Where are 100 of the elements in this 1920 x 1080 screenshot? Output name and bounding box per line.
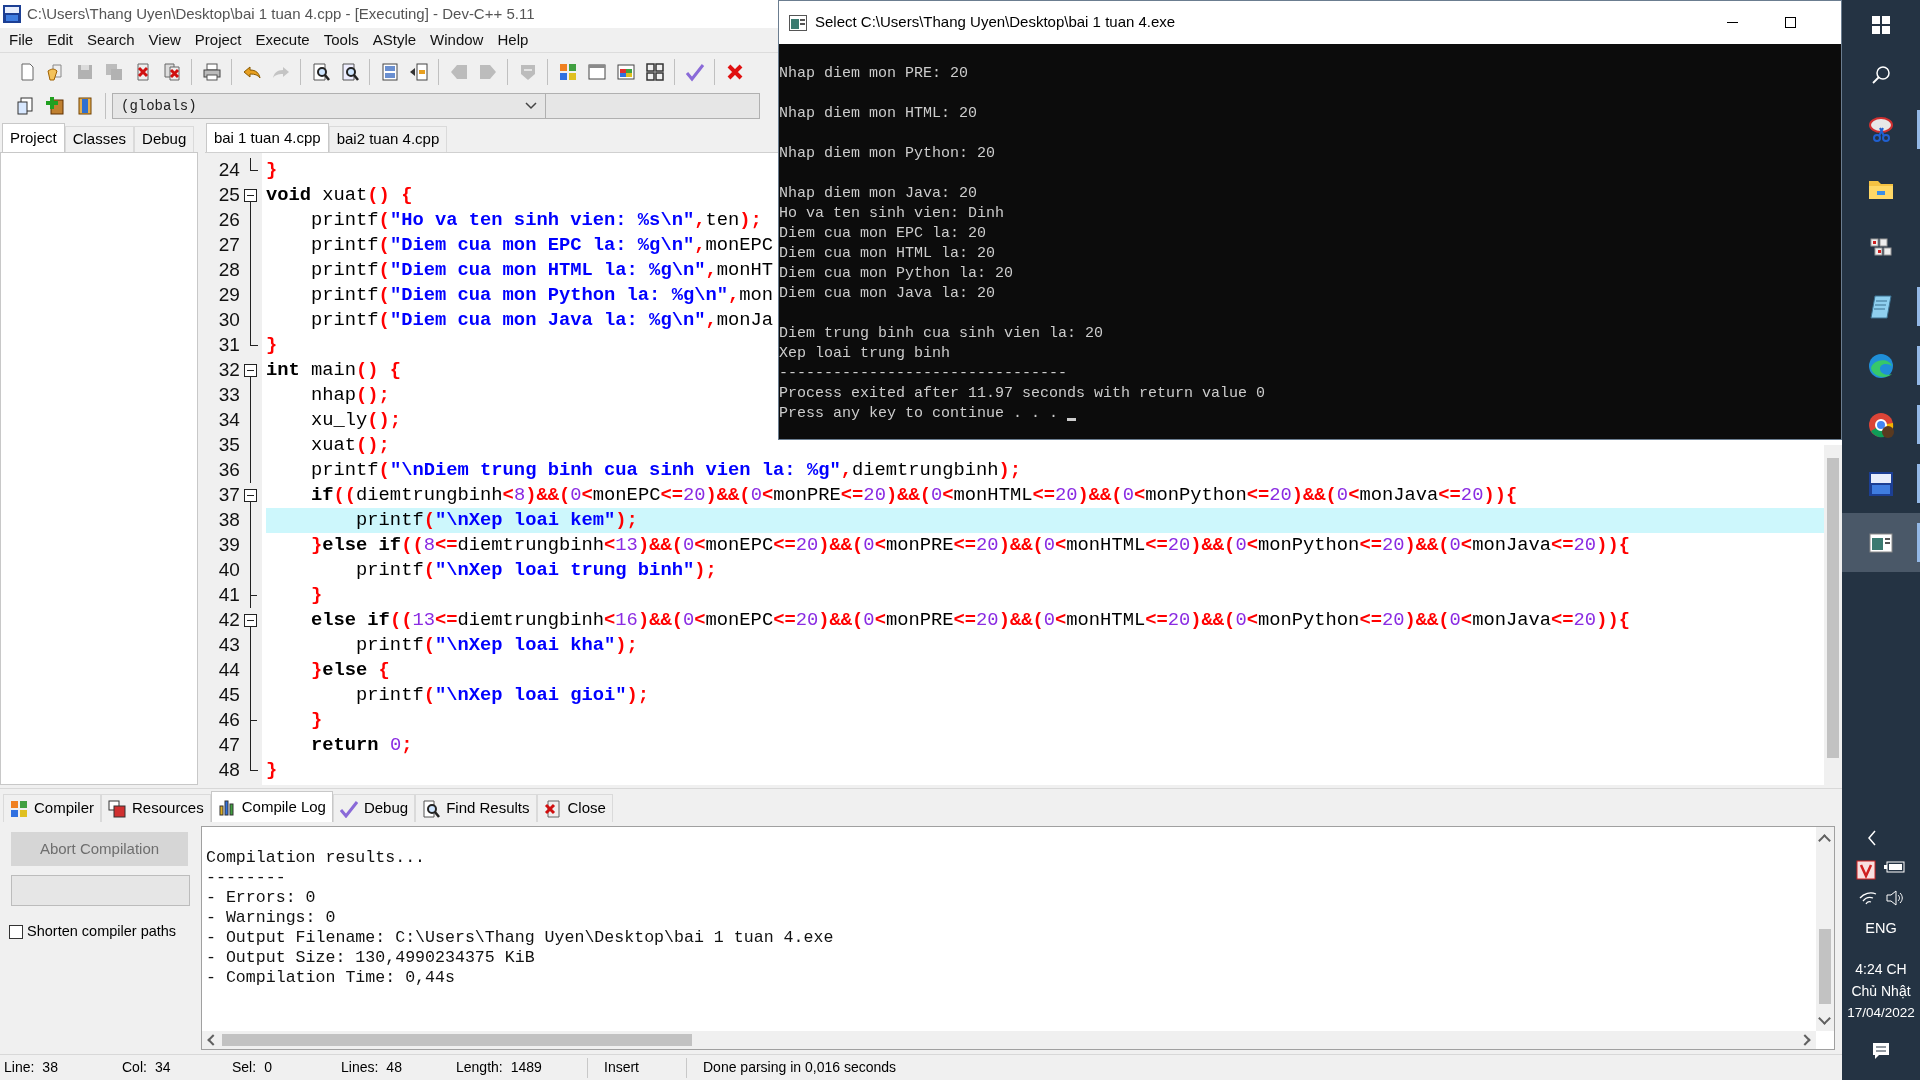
window-title: Select C:\Users\Thang Uyen\Desktop\bai 1 tuan 4.exe <box>815 12 1177 33</box>
status-value: 38 <box>42 1058 58 1077</box>
windows-logo-icon[interactable] <box>1872 16 1890 34</box>
status-label: Lines: <box>341 1058 379 1077</box>
log-line: - Compilation Time: 0,44s <box>206 968 456 988</box>
code-line: xu_ly(); <box>309 408 402 433</box>
collapse-icon[interactable] <box>243 364 257 377</box>
menu-item[interactable]: Help <box>490 28 536 52</box>
menu-item[interactable]: Search <box>80 28 142 52</box>
book-icon <box>75 96 95 116</box>
check-icon <box>339 799 358 818</box>
menu-item[interactable]: Project <box>187 28 249 52</box>
status-value: 0 <box>264 1058 272 1077</box>
status-label: Length: <box>456 1058 503 1077</box>
language-indicator[interactable]: ENG <box>1842 918 1920 940</box>
tab[interactable]: Debug <box>134 126 195 152</box>
clock-day[interactable]: Chủ Nhật <box>1842 980 1920 1002</box>
tab[interactable]: bai 1 tuan 4.cpp <box>205 123 329 152</box>
log-line: - Output Filename: C:\Users\Thang Uyen\Desktop\bai 1 tuan 4.exe <box>206 928 835 948</box>
scissors-icon <box>1867 115 1895 144</box>
scope-dropdown[interactable]: (globals) <box>112 93 546 119</box>
console-window-icon <box>789 14 807 31</box>
search-icon[interactable] <box>1871 65 1891 85</box>
code-line: printf("Diem cua mon EPC la: %g\n",monEPC <box>309 233 774 258</box>
bar-chart-icon <box>217 798 236 816</box>
scroll-thumb[interactable] <box>1827 458 1839 758</box>
menu-item[interactable]: AStyle <box>365 28 424 52</box>
collapse-icon[interactable] <box>243 489 257 502</box>
line-number: 48 <box>217 758 240 783</box>
menu-item[interactable]: Edit <box>40 28 81 52</box>
log-line: Compilation results... <box>206 848 427 868</box>
code-line: printf("\nXep loai gioi"); <box>355 683 650 708</box>
notification-icon[interactable] <box>1872 1042 1890 1060</box>
tab[interactable]: Resources <box>101 794 211 822</box>
line-number: 32 <box>217 358 240 383</box>
status-label: Col: <box>122 1058 147 1077</box>
code-line: }else { <box>309 658 390 683</box>
line-number: 39 <box>217 533 240 558</box>
line-number: 30 <box>217 308 240 333</box>
menu-item[interactable]: Tools <box>316 28 366 52</box>
code-line: printf("Diem cua mon Python la: %g\n",mon <box>309 283 774 308</box>
line-number: 41 <box>217 583 240 608</box>
battery-icon[interactable] <box>1884 860 1906 875</box>
tab[interactable]: Project <box>2 123 65 152</box>
vertical-scrollbar[interactable] <box>1816 827 1834 1031</box>
code-line: printf("\nXep loai kha"); <box>355 633 638 658</box>
menu-item[interactable]: Execute <box>248 28 317 52</box>
chevron-left-icon[interactable] <box>1867 830 1877 847</box>
status-value: 34 <box>154 1058 171 1077</box>
taskbar-button[interactable] <box>1842 513 1920 572</box>
console-line: Press any key to continue . . . <box>779 404 1059 424</box>
menu-item[interactable]: File <box>2 28 41 52</box>
line-number: 46 <box>217 708 240 733</box>
code-line: } <box>265 758 278 783</box>
checkbox-label: Shorten compiler paths <box>27 922 177 941</box>
menu-item[interactable]: Window <box>423 28 491 52</box>
status-value: 48 <box>386 1058 402 1077</box>
tiles-icon <box>557 61 578 82</box>
line-number: 37 <box>217 483 240 508</box>
find-icon <box>422 799 441 818</box>
vertical-scrollbar[interactable] <box>1824 445 1842 785</box>
dropdown-field[interactable] <box>546 93 760 119</box>
line-number: 28 <box>217 258 240 283</box>
status-label: Line: <box>4 1058 35 1077</box>
clock-time[interactable]: 4:24 CH <box>1842 958 1920 980</box>
menu-item[interactable]: View <box>141 28 188 52</box>
code-line: } <box>309 583 323 608</box>
find-replace-icon <box>339 61 360 82</box>
status-mode: Insert <box>603 1058 640 1077</box>
line-number: 38 <box>217 508 240 533</box>
printer-icon <box>201 61 222 82</box>
code-line: int main() { <box>265 358 402 383</box>
line-number: 36 <box>217 458 240 483</box>
scroll-thumb[interactable] <box>1819 929 1831 1004</box>
tab[interactable]: bai2 tuan 4.cpp <box>328 126 448 152</box>
horizontal-scrollbar[interactable] <box>202 1031 1816 1049</box>
line-number: 26 <box>217 208 240 233</box>
wifi-icon[interactable] <box>1859 890 1877 907</box>
floppy-disks-icon <box>103 61 124 82</box>
collapse-icon[interactable] <box>243 189 257 202</box>
scroll-thumb[interactable] <box>222 1034 692 1046</box>
tray-app-icon[interactable] <box>1856 860 1876 881</box>
tab[interactable]: Find Results <box>415 794 537 822</box>
tab[interactable]: Debug <box>332 794 416 822</box>
collapse-icon[interactable] <box>243 614 257 627</box>
tab[interactable]: Compile Log <box>210 791 333 822</box>
code-line: }else if((8<=diemtrungbinh<13)&&(0<monEPC<=20)&&(0<monPRE<=20)&&(0<monHTML<=20)&&(0<monPython<=20)&&(0<monJava<=20)){ <box>309 533 1630 558</box>
window-title: C:\Users\Thang Uyen\Desktop\bai 1 tuan 4.cpp - [Executing] - Dev-C++ 5.11 <box>27 3 535 24</box>
line-number: 42 <box>217 608 240 633</box>
tab[interactable]: Classes <box>64 126 135 152</box>
line-number: 24 <box>217 158 240 183</box>
clock-date[interactable]: 17/04/2022 <box>1842 1002 1920 1024</box>
code-line: printf("Diem cua mon Java la: %g\n",monJa <box>309 308 774 333</box>
add-file-icon <box>15 96 35 116</box>
tab[interactable]: Compiler <box>3 794 101 822</box>
log-line: - Errors: 0 <box>206 888 317 908</box>
checkbox[interactable] <box>9 924 23 939</box>
tab[interactable]: Close <box>536 794 613 822</box>
volume-icon[interactable] <box>1885 890 1903 907</box>
find-icon <box>310 61 331 82</box>
